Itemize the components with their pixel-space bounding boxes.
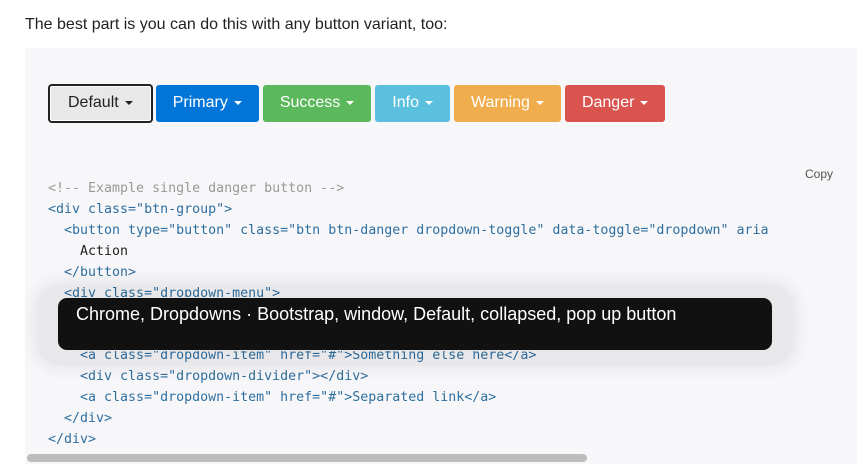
- button-label: Info: [392, 94, 419, 111]
- code-line: </button>: [48, 264, 137, 280]
- caret-down-icon: [233, 101, 242, 105]
- button-label: Warning: [470, 94, 530, 111]
- code-line: </div>: [48, 410, 113, 426]
- copy-button[interactable]: Copy: [805, 167, 833, 181]
- code-line: <a class="dropdown-item" href="#">Separa…: [48, 390, 497, 406]
- code-line: <div class="dropdown-divider"></div>: [48, 369, 369, 385]
- caret-down-icon: [124, 101, 133, 105]
- horizontal-scrollbar[interactable]: [27, 454, 587, 462]
- caret-down-icon: [424, 101, 433, 105]
- success-dropdown-button[interactable]: Success: [262, 84, 372, 122]
- danger-dropdown-button[interactable]: Danger: [564, 84, 666, 122]
- code-line: Action: [48, 243, 129, 259]
- default-dropdown-button[interactable]: Default: [49, 84, 152, 122]
- code-line: </div>: [48, 431, 97, 447]
- info-dropdown-button[interactable]: Info: [375, 84, 450, 122]
- code-line: <div class="btn-group">: [48, 201, 233, 217]
- caret-down-icon: [640, 101, 649, 105]
- button-demo: Default Primary Success Info Warning Dan…: [25, 48, 857, 160]
- caret-down-icon: [535, 101, 544, 105]
- code-line: <button type="button" class="btn btn-dan…: [48, 222, 769, 238]
- button-label: Success: [279, 94, 341, 111]
- caret-down-icon: [346, 101, 355, 105]
- code-line: <!-- Example single danger button -->: [48, 181, 345, 196]
- button-label: Default: [68, 94, 119, 111]
- primary-dropdown-button[interactable]: Primary: [155, 84, 259, 122]
- accessibility-tooltip: Chrome, Dropdowns · Bootstrap, window, D…: [57, 297, 773, 351]
- button-row: Default Primary Success Info Warning Dan…: [49, 84, 666, 122]
- warning-dropdown-button[interactable]: Warning: [453, 84, 561, 122]
- button-label: Danger: [581, 94, 635, 111]
- button-label: Primary: [172, 94, 228, 111]
- intro-text: The best part is you can do this with an…: [25, 16, 448, 33]
